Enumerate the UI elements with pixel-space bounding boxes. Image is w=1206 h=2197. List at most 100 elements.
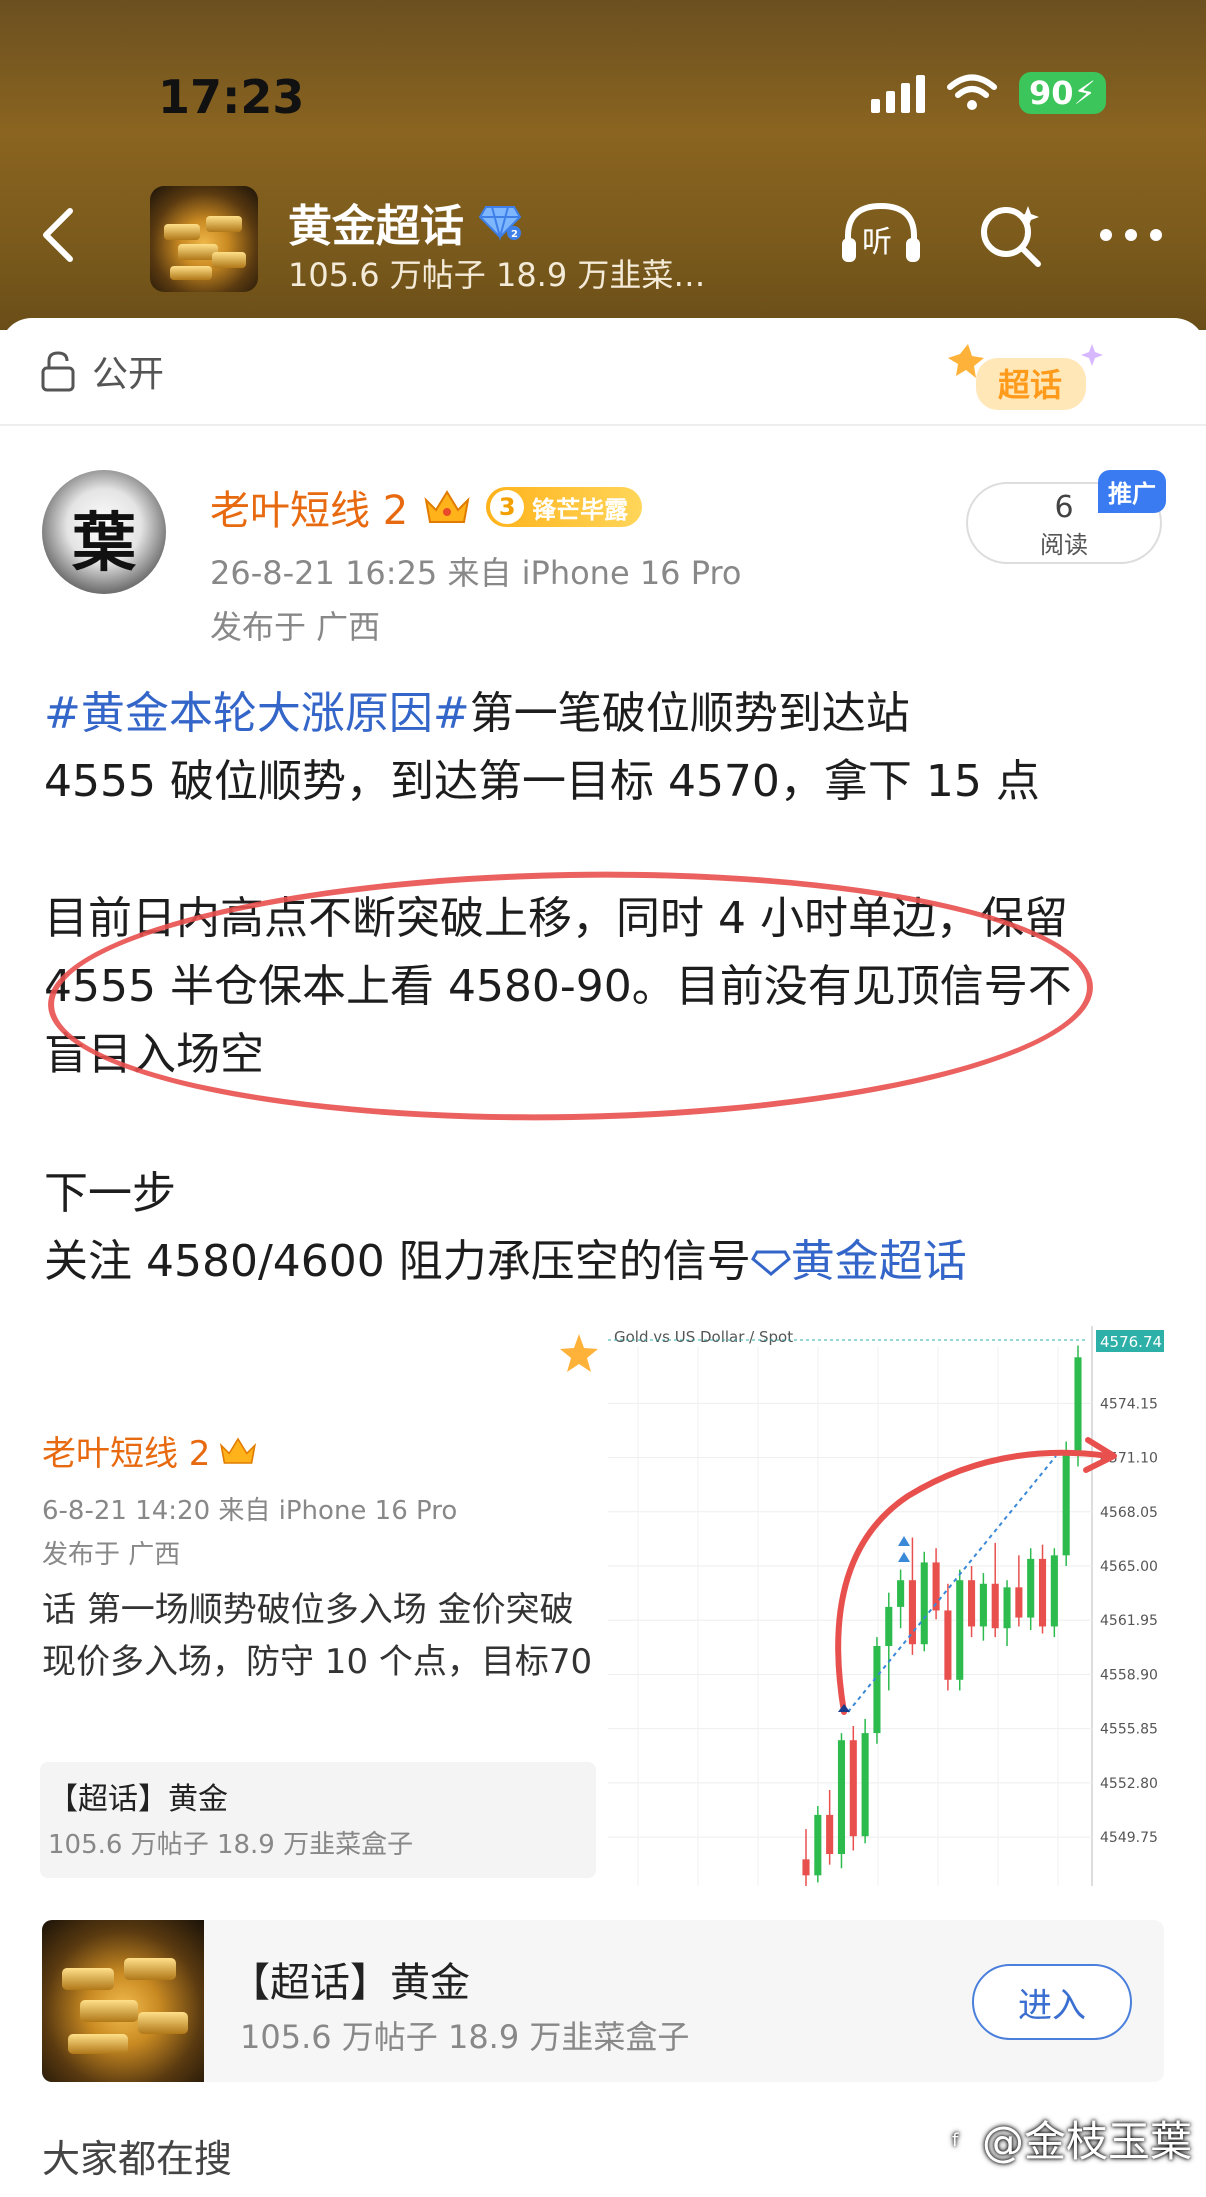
candle <box>861 1718 869 1844</box>
watermark-text: @金枝玉葉 <box>981 2117 1192 2166</box>
star-icon <box>560 1334 598 1372</box>
y-tick-label: 4561.95 <box>1100 1613 1158 1629</box>
post-image[interactable]: 老叶短线 2 6-8-21 14:20 来自 iPhone 16 Pro 发布于… <box>40 1326 1166 1886</box>
embedded-screenshot: 老叶短线 2 6-8-21 14:20 来自 iPhone 16 Pro 发布于… <box>40 1326 600 1886</box>
y-axis-ticks: 4574.154571.104568.054565.004561.954558.… <box>1100 1396 1158 1846</box>
status-time: 17:23 <box>158 70 305 124</box>
candle <box>1050 1548 1058 1638</box>
candle <box>968 1566 976 1638</box>
rank-number: 3 <box>490 490 525 524</box>
status-icons: 90⚡ <box>871 72 1106 114</box>
topic-card-sub: 105.6 万帖子 18.9 万韭菜盒子 <box>240 2018 690 2056</box>
embed-text-line-2: 现价多入场，防守 10 个点，目标70 <box>42 1642 593 1682</box>
candle-body <box>1074 1357 1082 1453</box>
svg-text:f: f <box>952 2130 959 2151</box>
wifi-icon <box>947 74 997 110</box>
author-row[interactable]: 老叶短线 2 3 锋芒毕露 <box>210 478 643 536</box>
topic-card[interactable]: 【超话】黄金 105.6 万帖子 18.9 万韭菜盒子 进入 <box>42 1920 1164 2082</box>
rank-title: 锋芒毕露 <box>532 495 629 524</box>
promo-tag: 推广 <box>1098 470 1166 513</box>
candle-body <box>1027 1558 1035 1618</box>
candle <box>826 1790 834 1865</box>
candle-body <box>968 1580 976 1627</box>
y-tick-label: 4574.15 <box>1100 1396 1158 1412</box>
post-line-6: 下一步 <box>44 1168 176 1219</box>
candle-body <box>944 1610 952 1680</box>
signal-icon <box>871 73 925 113</box>
candle-body <box>1038 1558 1047 1627</box>
candle-body <box>873 1646 881 1734</box>
topic-card-image <box>42 1920 204 2082</box>
super-badge-label: 超话 <box>998 366 1062 404</box>
zhihu-logo-icon: f <box>943 2123 975 2154</box>
topic-header: 17:23 90⚡ 黄金超话 2 105.6 万帖子 18.9 万韭菜… 听 <box>0 0 1206 330</box>
divider <box>0 424 1206 426</box>
diamond-topic-icon <box>750 1250 791 1276</box>
post-meta: 26-8-21 16:25 来自 iPhone 16 Pro <box>210 554 742 592</box>
visibility-label: 公开 <box>92 354 165 395</box>
candle <box>1003 1580 1011 1646</box>
up-marker <box>898 1552 910 1562</box>
hashtag-link[interactable]: #黄金本轮大涨原因# <box>44 688 470 739</box>
candle-body <box>991 1583 999 1629</box>
back-icon[interactable] <box>36 205 80 265</box>
y-tick-label: 4565.00 <box>1100 1559 1158 1575</box>
more-icon[interactable] <box>1098 225 1164 245</box>
candle-body <box>861 1733 869 1837</box>
candle <box>944 1583 952 1691</box>
candle <box>920 1551 928 1652</box>
candle-body <box>920 1562 928 1645</box>
embed-location: 发布于 广西 <box>42 1540 181 1570</box>
crown-icon <box>220 1436 257 1464</box>
unlock-icon <box>41 351 75 392</box>
candle <box>932 1548 940 1620</box>
candle <box>1038 1544 1047 1634</box>
candle <box>814 1806 822 1883</box>
author-avatar[interactable]: 葉 <box>42 470 166 594</box>
embed-author: 老叶短线 2 <box>42 1434 211 1474</box>
candle <box>979 1573 987 1641</box>
topic-title[interactable]: 黄金超话 2 <box>288 190 522 254</box>
topic-avatar[interactable] <box>150 186 258 292</box>
crown-icon <box>424 490 470 523</box>
candle-body <box>956 1580 964 1680</box>
candle-body <box>1015 1587 1023 1618</box>
watermark: f @金枝玉葉 <box>942 2108 1192 2169</box>
candle-body <box>826 1814 834 1854</box>
rank-badge: 3 锋芒毕露 <box>486 487 643 527</box>
candle <box>956 1569 964 1691</box>
svg-text:2: 2 <box>511 229 518 240</box>
topic-link[interactable]: 黄金超话 <box>750 1236 967 1287</box>
enter-button[interactable]: 进入 <box>972 1964 1132 2040</box>
candle <box>802 1829 810 1886</box>
candle-body <box>802 1859 810 1876</box>
embed-text: 话 第一场顺势破位多入场 金价突破 现价多入场，防守 10 个点，目标70 <box>42 1584 602 1688</box>
last-price-label: 4576.74 <box>1100 1333 1162 1351</box>
candle <box>1074 1345 1082 1467</box>
embed-topic-card: 【超话】黄金 105.6 万帖子 18.9 万韭菜盒子 <box>40 1762 596 1878</box>
candle <box>1062 1441 1070 1566</box>
read-label: 阅读 <box>1040 531 1088 559</box>
candle-body <box>1003 1587 1011 1629</box>
visibility-row[interactable]: 公开 <box>40 345 164 397</box>
embed-card-title: 【超话】黄金 <box>48 1782 228 1817</box>
candle-body <box>1050 1555 1058 1627</box>
super-topic-badge[interactable]: 超话 <box>946 340 1106 420</box>
candle-body <box>897 1580 905 1607</box>
gold-chart: Gold vs US Dollar / Spot 4576.74 4574.15… <box>608 1326 1166 1886</box>
avatar-glyph: 葉 <box>72 506 136 581</box>
candle <box>849 1726 857 1851</box>
y-tick-label: 4555.85 <box>1100 1722 1158 1738</box>
post-line-1: 第一笔破位顺势到达站 <box>469 688 910 739</box>
candle-body <box>885 1606 893 1646</box>
topic-stats: 105.6 万帖子 18.9 万韭菜… <box>288 256 706 294</box>
candle <box>897 1569 905 1629</box>
search-icon[interactable] <box>978 202 1044 268</box>
chart-title: Gold vs US Dollar / Spot <box>614 1328 793 1346</box>
candle-body <box>814 1814 822 1876</box>
topic-link-label: 黄金超话 <box>790 1236 967 1287</box>
battery-indicator: 90⚡ <box>1019 72 1106 114</box>
trending-search-title: 大家都在搜 <box>42 2137 233 2181</box>
embed-meta: 6-8-21 14:20 来自 iPhone 16 Pro <box>42 1496 458 1526</box>
listen-icon[interactable]: 听 <box>838 200 924 270</box>
